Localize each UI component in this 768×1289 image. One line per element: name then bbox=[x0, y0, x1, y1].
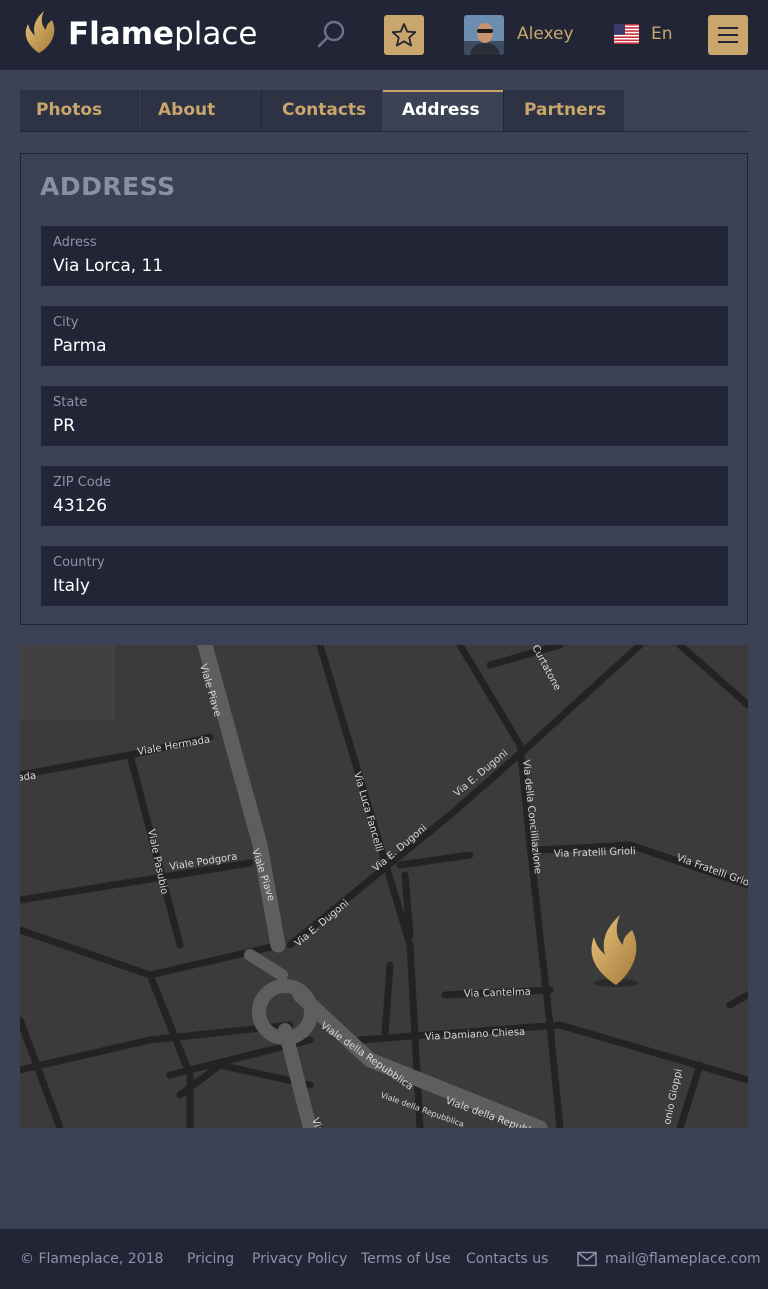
location-map[interactable]: Viale Piave Viale Hermada Viale Pasubio … bbox=[20, 645, 748, 1128]
tab-contacts[interactable]: Contacts bbox=[261, 90, 382, 131]
star-icon bbox=[391, 23, 417, 47]
flame-logo-icon[interactable] bbox=[22, 10, 56, 54]
zip-label: ZIP Code bbox=[53, 475, 111, 490]
hamburger-icon bbox=[718, 27, 738, 29]
favorites-button[interactable] bbox=[384, 15, 424, 55]
top-bar: Flameplace Alexey En bbox=[0, 0, 768, 70]
city-field[interactable]: City Parma bbox=[41, 306, 728, 366]
zip-field[interactable]: ZIP Code 43126 bbox=[41, 466, 728, 526]
footer: © Flameplace, 2018 Pricing Privacy Polic… bbox=[0, 1229, 768, 1289]
state-label: State bbox=[53, 395, 88, 410]
search-icon[interactable] bbox=[316, 18, 348, 50]
country-field[interactable]: Country Italy bbox=[41, 546, 728, 606]
country-label: Country bbox=[53, 555, 105, 570]
address-heading: ADDRESS bbox=[40, 172, 176, 201]
city-value: Parma bbox=[53, 336, 107, 356]
address-panel: ADDRESS Adress Via Lorca, 11 City Parma … bbox=[20, 153, 748, 625]
footer-link-privacy-policy[interactable]: Privacy Policy bbox=[252, 1251, 347, 1267]
tab-partners[interactable]: Partners bbox=[503, 90, 624, 131]
footer-link-contacts-us[interactable]: Contacts us bbox=[466, 1251, 548, 1267]
country-value: Italy bbox=[53, 576, 90, 596]
tab-about[interactable]: About bbox=[141, 90, 261, 131]
address-field[interactable]: Adress Via Lorca, 11 bbox=[41, 226, 728, 286]
footer-link-terms-of-use[interactable]: Terms of Use bbox=[361, 1251, 451, 1267]
tab-address[interactable]: Address bbox=[383, 90, 503, 131]
user-name[interactable]: Alexey bbox=[517, 23, 574, 45]
menu-button[interactable] bbox=[708, 15, 748, 55]
language-selector[interactable]: En bbox=[651, 23, 673, 45]
zip-value: 43126 bbox=[53, 496, 108, 516]
address-value: Via Lorca, 11 bbox=[53, 256, 164, 276]
address-label: Adress bbox=[53, 235, 97, 250]
mail-icon bbox=[577, 1251, 597, 1267]
footer-email-link[interactable]: mail@flameplace.com bbox=[605, 1251, 761, 1267]
avatar[interactable] bbox=[464, 15, 504, 55]
state-field[interactable]: State PR bbox=[41, 386, 728, 446]
state-value: PR bbox=[53, 416, 76, 436]
city-label: City bbox=[53, 315, 79, 330]
profile-tabs: Photos About Contacts Address Partners bbox=[20, 90, 748, 132]
copyright-text: © Flameplace, 2018 bbox=[20, 1251, 164, 1267]
map-label-via-cantelma: Via Cantelma bbox=[464, 987, 531, 1000]
footer-link-pricing[interactable]: Pricing bbox=[187, 1251, 234, 1267]
us-flag-icon[interactable] bbox=[614, 24, 639, 44]
brand-name[interactable]: Flameplace bbox=[68, 14, 257, 54]
tab-photos[interactable]: Photos bbox=[20, 90, 140, 131]
